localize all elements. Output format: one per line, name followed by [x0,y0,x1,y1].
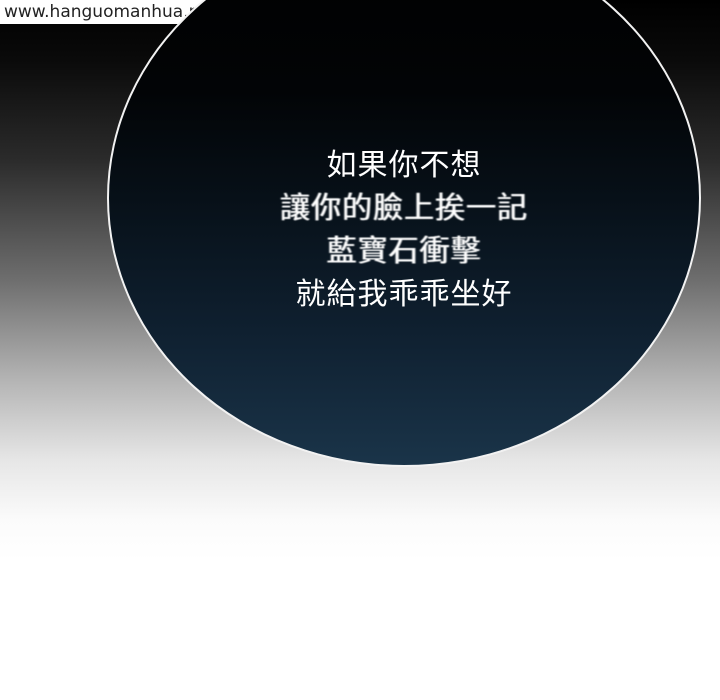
dialogue-line-1: 如果你不想 [326,148,482,183]
dialogue-line-3: 藍寶石衝擊 [326,234,482,269]
comic-panel: www.hanguomanhua.me 如果你不想 讓你的臉上挨一記 藍寶石衝擊… [0,0,720,700]
dialogue-line-4: 就給我乖乖坐好 [295,277,513,312]
dialogue-line-2: 讓你的臉上挨一記 [280,191,528,226]
speech-bubble-text: 如果你不想 讓你的臉上挨一記 藍寶石衝擊 就給我乖乖坐好 [107,144,701,316]
